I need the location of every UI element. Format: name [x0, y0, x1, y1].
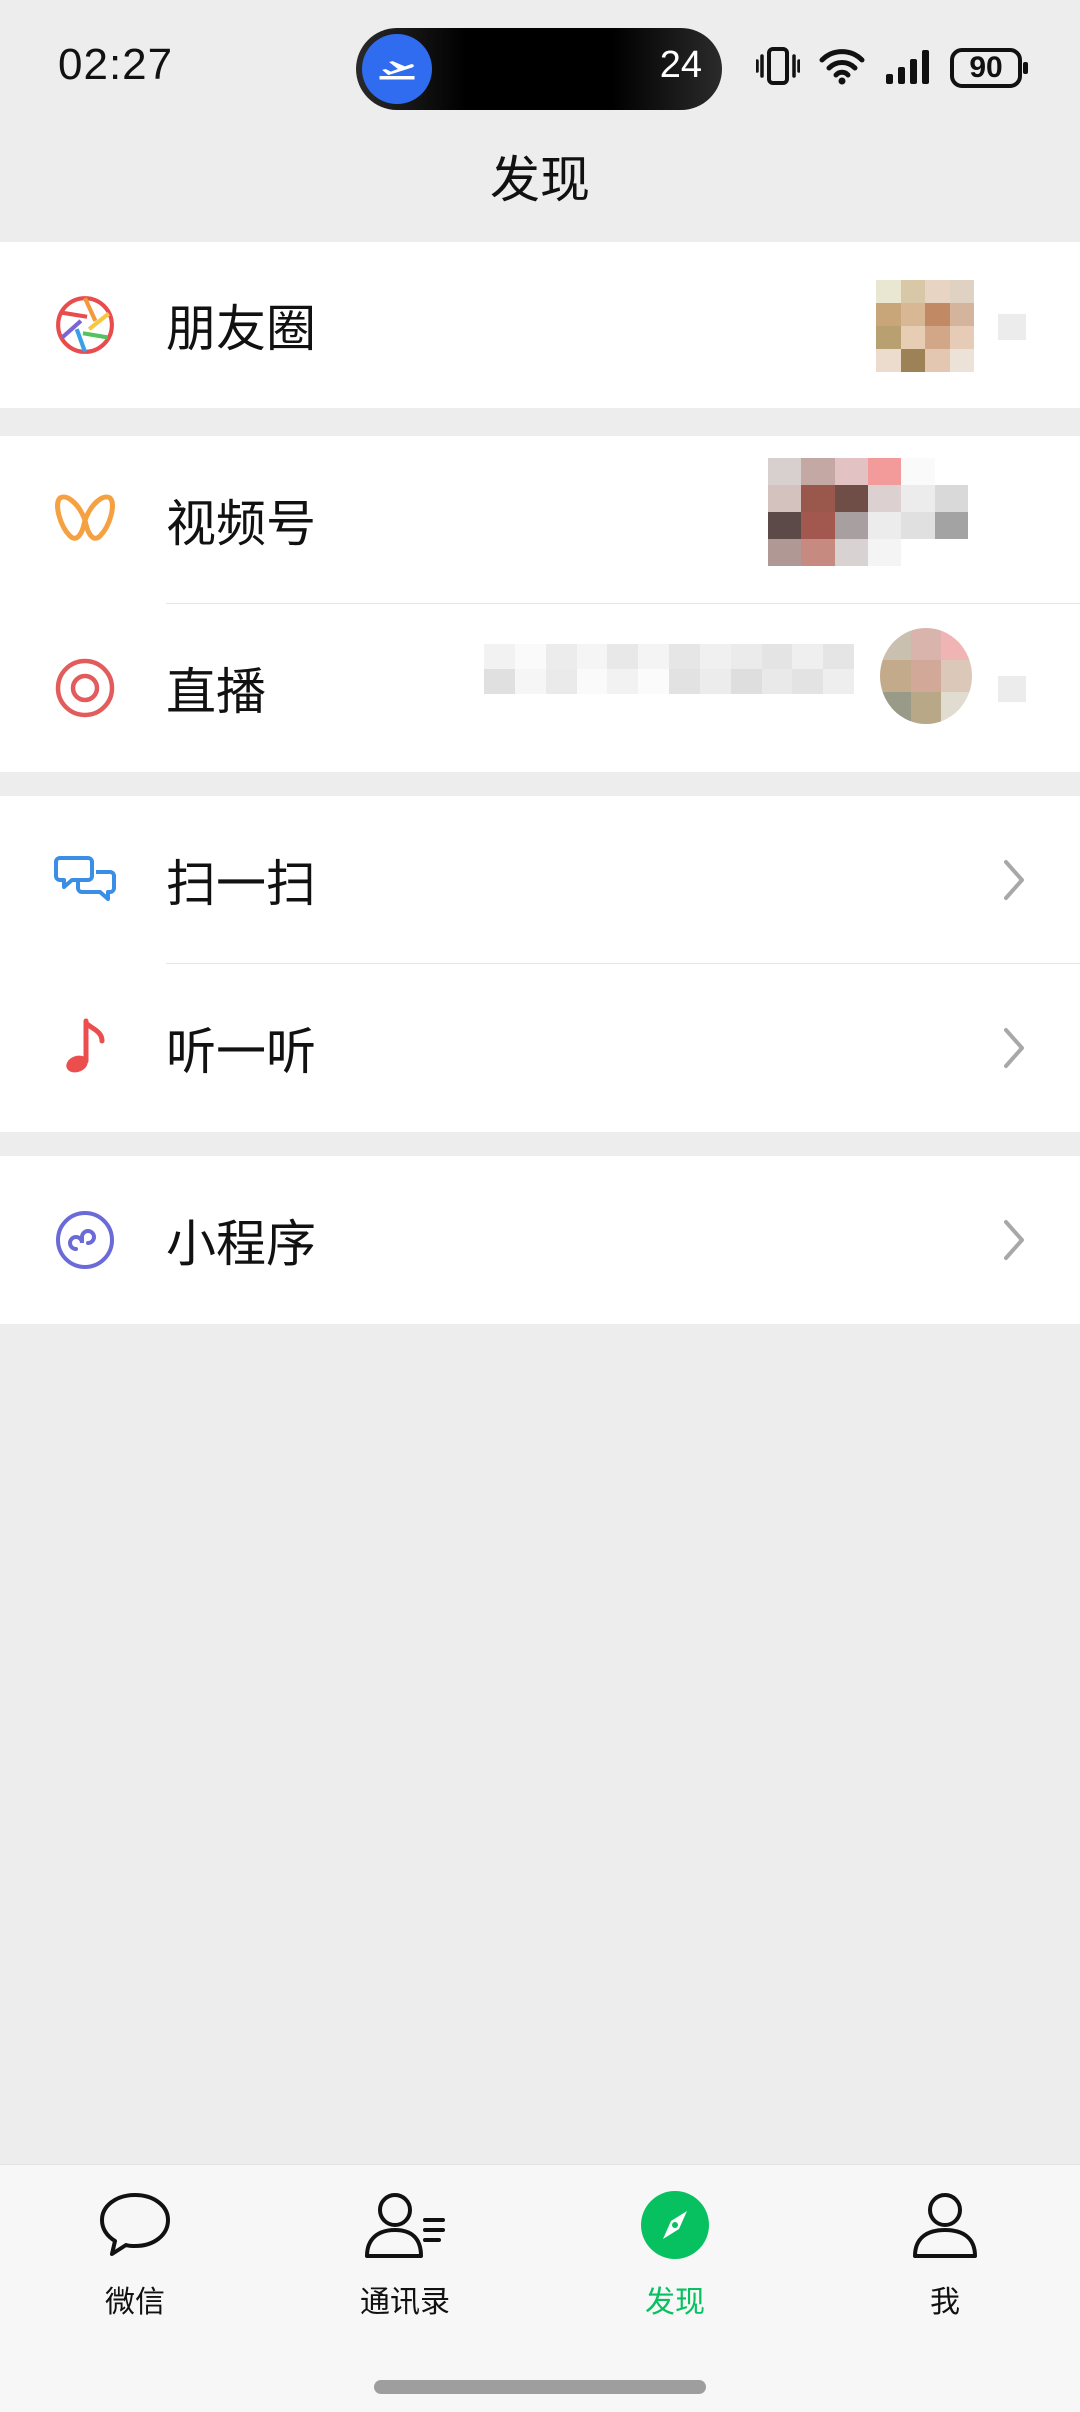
- aperture-icon: [52, 292, 118, 358]
- signal-icon: [884, 46, 932, 90]
- island-count: 24: [659, 44, 702, 86]
- contacts-icon: [305, 2185, 505, 2265]
- system-icons: 90: [755, 44, 1028, 92]
- status-time: 02:27: [58, 40, 174, 89]
- menu-label-live: 直播: [166, 663, 266, 721]
- tab-label: 通讯录: [360, 2285, 450, 2320]
- tab-label: 我: [930, 2285, 960, 2320]
- chevron-right-icon: [1002, 858, 1026, 906]
- live-preview-avatar: [880, 628, 972, 724]
- tab-chats[interactable]: 微信: [35, 2185, 235, 2321]
- mini-program-icon: [52, 1207, 118, 1273]
- menu-item-channels[interactable]: 视频号: [0, 436, 1080, 604]
- moments-preview-thumbnail: [876, 280, 974, 372]
- live-preview-text-blurred: [484, 644, 854, 694]
- live-ring-icon: [52, 655, 118, 721]
- group-moments: 朋友圈: [0, 242, 1080, 408]
- vibrate-icon: [755, 46, 801, 90]
- home-indicator[interactable]: [374, 2380, 706, 2394]
- tab-discover[interactable]: 发现: [575, 2185, 775, 2321]
- group-scan-listen: 扫一扫 听一听: [0, 796, 1080, 1132]
- music-note-icon: [52, 1015, 118, 1081]
- menu-label-listen: 听一听: [166, 1023, 316, 1081]
- group-mini-programs: 小程序: [0, 1156, 1080, 1324]
- tab-contacts[interactable]: 通讯录: [305, 2185, 505, 2321]
- wifi-icon: [818, 46, 866, 90]
- compass-icon: [575, 2185, 775, 2265]
- airplane-icon: [362, 34, 432, 104]
- moments-new-dot: [998, 314, 1026, 340]
- channels-preview-thumbnail: [768, 458, 968, 566]
- menu-item-mini-programs[interactable]: 小程序: [0, 1156, 1080, 1324]
- bottom-tab-bar: 微信 通讯录 发现 我: [0, 2164, 1080, 2412]
- menu-item-live[interactable]: 直播: [0, 604, 1080, 772]
- tab-label: 微信: [105, 2285, 165, 2320]
- live-new-dot: [998, 676, 1026, 702]
- menu-item-scan[interactable]: 扫一扫: [0, 796, 1080, 964]
- menu-label-scan: 扫一扫: [166, 855, 316, 913]
- menu-label-mini-programs: 小程序: [166, 1215, 316, 1273]
- page-title: 发现: [490, 151, 590, 209]
- chat-bubble-icon: [35, 2185, 235, 2265]
- menu-item-moments[interactable]: 朋友圈: [0, 242, 1080, 408]
- chevron-right-icon: [1002, 1026, 1026, 1074]
- group-channels-live: 视频号 直播: [0, 436, 1080, 772]
- menu-label-moments: 朋友圈: [166, 300, 316, 358]
- menu-item-listen[interactable]: 听一听: [0, 964, 1080, 1132]
- butterfly-icon: [52, 487, 118, 553]
- battery-indicator: 90: [950, 48, 1028, 88]
- tab-me[interactable]: 我: [845, 2185, 1045, 2321]
- menu-label-channels: 视频号: [166, 495, 316, 553]
- tab-label: 发现: [645, 2285, 705, 2320]
- chevron-right-icon: [1002, 1218, 1026, 1266]
- person-icon: [845, 2185, 1045, 2265]
- dynamic-island[interactable]: 24: [356, 28, 722, 110]
- scan-icon: [52, 847, 118, 913]
